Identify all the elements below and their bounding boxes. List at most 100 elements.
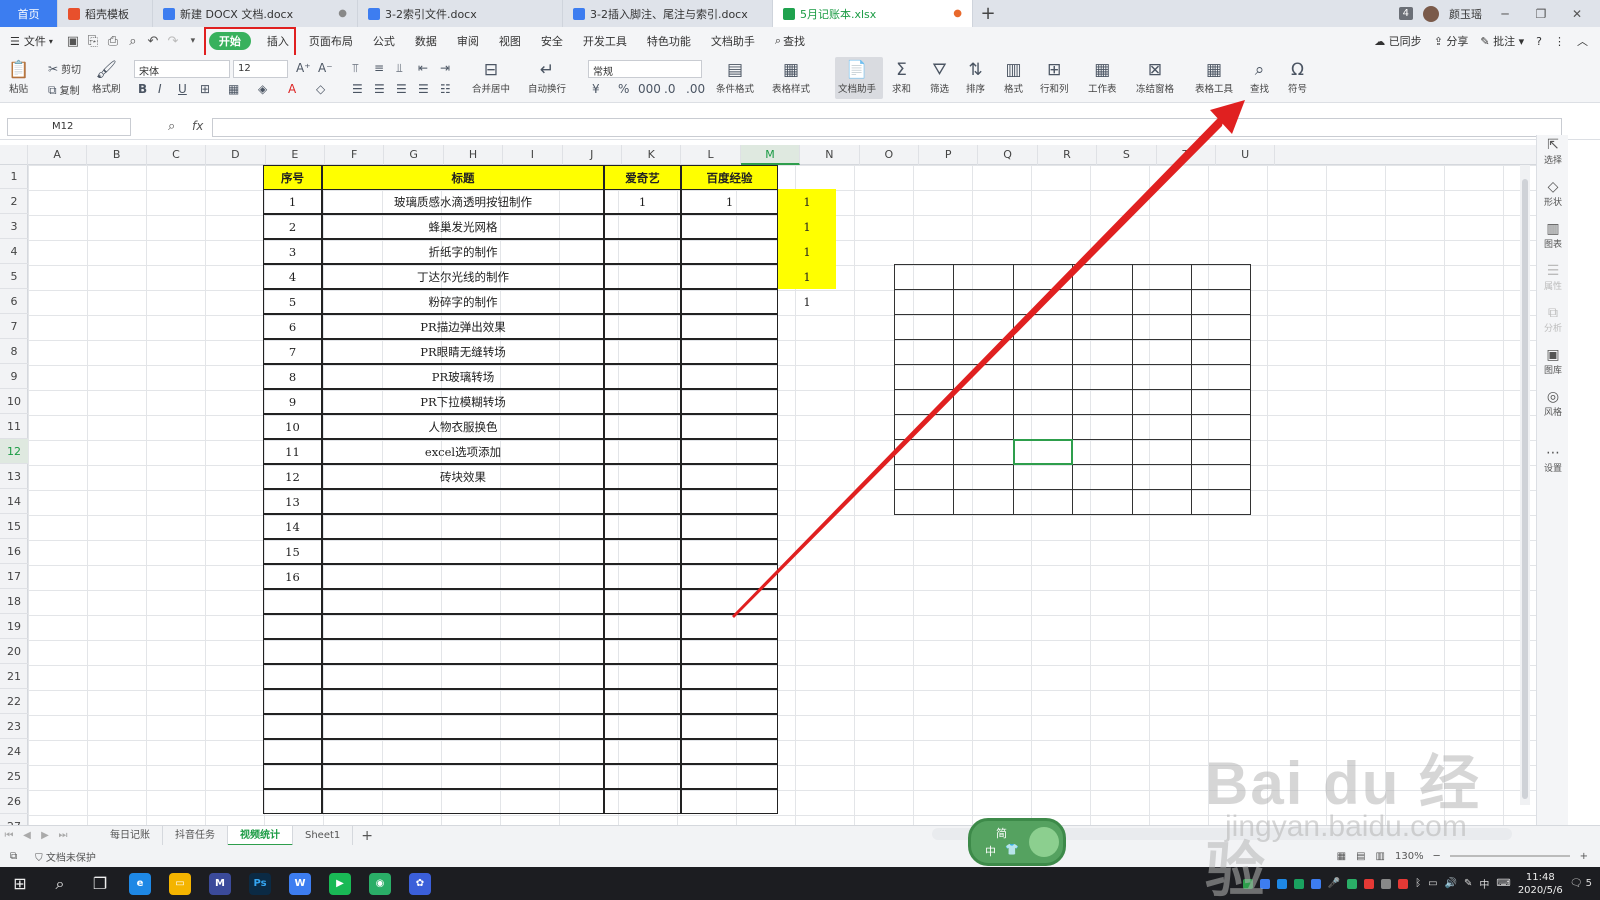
align-right-icon[interactable]: ☰ bbox=[396, 82, 407, 96]
thousands-icon[interactable]: 000 bbox=[638, 82, 661, 96]
tab-view[interactable]: 视图 bbox=[489, 27, 531, 55]
side-table-cell[interactable] bbox=[1012, 289, 1074, 315]
comment-button[interactable]: ✎ 批注 ▾ bbox=[1480, 33, 1524, 49]
help-icon[interactable]: ? bbox=[1536, 35, 1542, 48]
table-cell-num[interactable]: 9 bbox=[263, 389, 322, 414]
row-header-7[interactable]: 7 bbox=[0, 314, 28, 339]
side-table-cell[interactable] bbox=[1072, 389, 1133, 415]
side-table-cell[interactable] bbox=[1012, 264, 1074, 290]
side-table-cell[interactable] bbox=[1012, 314, 1074, 340]
table-cell-iqiyi[interactable] bbox=[604, 539, 681, 564]
table-cell-iqiyi[interactable] bbox=[604, 789, 681, 814]
undo-icon[interactable]: ↶ bbox=[143, 34, 163, 49]
table-cell-title[interactable] bbox=[322, 714, 604, 739]
side-table-cell[interactable] bbox=[1131, 439, 1192, 465]
side-table-cell[interactable] bbox=[953, 264, 1014, 290]
align-left-icon[interactable]: ☰ bbox=[352, 82, 363, 96]
table-cell-iqiyi[interactable] bbox=[604, 614, 681, 639]
save-icon[interactable]: ▣ bbox=[63, 34, 83, 49]
row-header-13[interactable]: 13 bbox=[0, 464, 28, 489]
indent-increase-icon[interactable]: ⇥ bbox=[440, 61, 450, 75]
column-header-s[interactable]: S bbox=[1097, 145, 1157, 165]
column-header-j[interactable]: J bbox=[563, 145, 622, 165]
table-cell-baidu[interactable] bbox=[681, 289, 778, 314]
column-i-cell[interactable]: 1 bbox=[778, 214, 836, 239]
side-table-cell[interactable] bbox=[1191, 464, 1252, 490]
table-cell-iqiyi[interactable] bbox=[604, 389, 681, 414]
table-cell-num[interactable]: 10 bbox=[263, 414, 322, 439]
number-format-select[interactable]: 常规 bbox=[588, 60, 702, 78]
table-cell-baidu[interactable] bbox=[681, 239, 778, 264]
browser-app[interactable]: e bbox=[120, 867, 160, 900]
table-cell-iqiyi[interactable]: 1 bbox=[604, 189, 681, 214]
side-table-cell[interactable] bbox=[1072, 364, 1133, 390]
tab-formula[interactable]: 公式 bbox=[363, 27, 405, 55]
indent-decrease-icon[interactable]: ⇤ bbox=[418, 61, 428, 75]
layout-icon[interactable]: ⧉ bbox=[0, 851, 17, 862]
tab-ledger-xlsx[interactable]: 5月记账本.xlsx ● bbox=[773, 0, 973, 27]
table-cell-num[interactable]: 7 bbox=[263, 339, 322, 364]
table-cell-baidu[interactable] bbox=[681, 439, 778, 464]
table-cell-num[interactable] bbox=[263, 789, 322, 814]
side-style-button[interactable]: ◎ 风格 bbox=[1537, 389, 1569, 418]
side-table-cell[interactable] bbox=[1012, 389, 1074, 415]
collapse-ribbon-icon[interactable]: ︿ bbox=[1577, 33, 1588, 49]
italic-icon[interactable]: I bbox=[158, 82, 162, 96]
table-header-cell[interactable]: 百度经验 bbox=[681, 165, 778, 190]
percent-icon[interactable]: % bbox=[618, 82, 629, 96]
underline-icon[interactable]: U bbox=[178, 82, 187, 96]
table-cell-iqiyi[interactable] bbox=[604, 289, 681, 314]
side-table-cell[interactable] bbox=[894, 339, 955, 365]
column-header-q[interactable]: Q bbox=[978, 145, 1038, 165]
row-col-button[interactable]: ⊞ 行和列 bbox=[1040, 59, 1069, 95]
print-icon[interactable]: ⎙ bbox=[103, 34, 123, 49]
formula-input[interactable] bbox=[212, 118, 1562, 137]
last-sheet-icon[interactable]: ⏭ bbox=[54, 830, 72, 841]
conditional-format-button[interactable]: ▤ 条件格式 bbox=[716, 59, 754, 95]
row-header-23[interactable]: 23 bbox=[0, 714, 28, 739]
table-cell-baidu[interactable] bbox=[681, 364, 778, 389]
table-cell-iqiyi[interactable] bbox=[604, 664, 681, 689]
border-icon[interactable]: ⊞ bbox=[200, 82, 210, 96]
align-center-icon[interactable]: ☰ bbox=[374, 82, 385, 96]
table-cell-baidu[interactable] bbox=[681, 339, 778, 364]
tab-doc-assistant[interactable]: 文档助手 bbox=[701, 27, 765, 55]
avatar[interactable] bbox=[1423, 5, 1439, 22]
table-cell-baidu[interactable] bbox=[681, 639, 778, 664]
side-table-cell[interactable] bbox=[894, 464, 955, 490]
table-cell-num[interactable]: 14 bbox=[263, 514, 322, 539]
side-table-cell[interactable] bbox=[953, 364, 1014, 390]
table-cell-iqiyi[interactable] bbox=[604, 464, 681, 489]
row-header-24[interactable]: 24 bbox=[0, 739, 28, 764]
distributed-icon[interactable]: ☷ bbox=[440, 82, 451, 96]
side-table-cell[interactable] bbox=[953, 489, 1014, 515]
clock[interactable]: 11:48 2020/5/6 bbox=[1518, 871, 1563, 897]
table-cell-iqiyi[interactable] bbox=[604, 264, 681, 289]
table-cell-iqiyi[interactable] bbox=[604, 339, 681, 364]
tab-special[interactable]: 特色功能 bbox=[637, 27, 701, 55]
task-view-icon[interactable]: ❐ bbox=[80, 867, 120, 900]
table-cell-num[interactable] bbox=[263, 739, 322, 764]
prev-sheet-icon[interactable]: ◀ bbox=[18, 830, 36, 841]
side-table-cell[interactable] bbox=[1072, 314, 1133, 340]
column-header-t[interactable]: T bbox=[1157, 145, 1216, 165]
active-cell-selection[interactable] bbox=[1012, 439, 1073, 465]
format-button[interactable]: ▥ 格式 bbox=[1004, 59, 1023, 95]
column-header-c[interactable]: C bbox=[147, 145, 207, 165]
table-cell-num[interactable] bbox=[263, 764, 322, 789]
table-cell-title[interactable]: 人物衣服换色 bbox=[322, 414, 604, 439]
freeze-button[interactable]: ⊠ 冻结窗格 bbox=[1136, 59, 1174, 95]
row-header-11[interactable]: 11 bbox=[0, 414, 28, 439]
table-cell-baidu[interactable] bbox=[681, 714, 778, 739]
table-tools-button[interactable]: ▦ 表格工具 bbox=[1195, 59, 1233, 95]
side-table-cell[interactable] bbox=[1191, 314, 1252, 340]
table-cell-num[interactable]: 12 bbox=[263, 464, 322, 489]
table-cell-num[interactable]: 3 bbox=[263, 239, 322, 264]
column-header-o[interactable]: O bbox=[860, 145, 919, 165]
sheet-tab-video-stats[interactable]: 视频统计 bbox=[228, 825, 293, 846]
cell-style-icon[interactable]: ▦ bbox=[228, 82, 239, 96]
restore-icon[interactable]: ❐ bbox=[1528, 7, 1554, 21]
column-header-f[interactable]: F bbox=[325, 145, 385, 165]
row-header-18[interactable]: 18 bbox=[0, 589, 28, 614]
format-painter-button[interactable]: 🖌 格式刷 bbox=[92, 59, 121, 95]
